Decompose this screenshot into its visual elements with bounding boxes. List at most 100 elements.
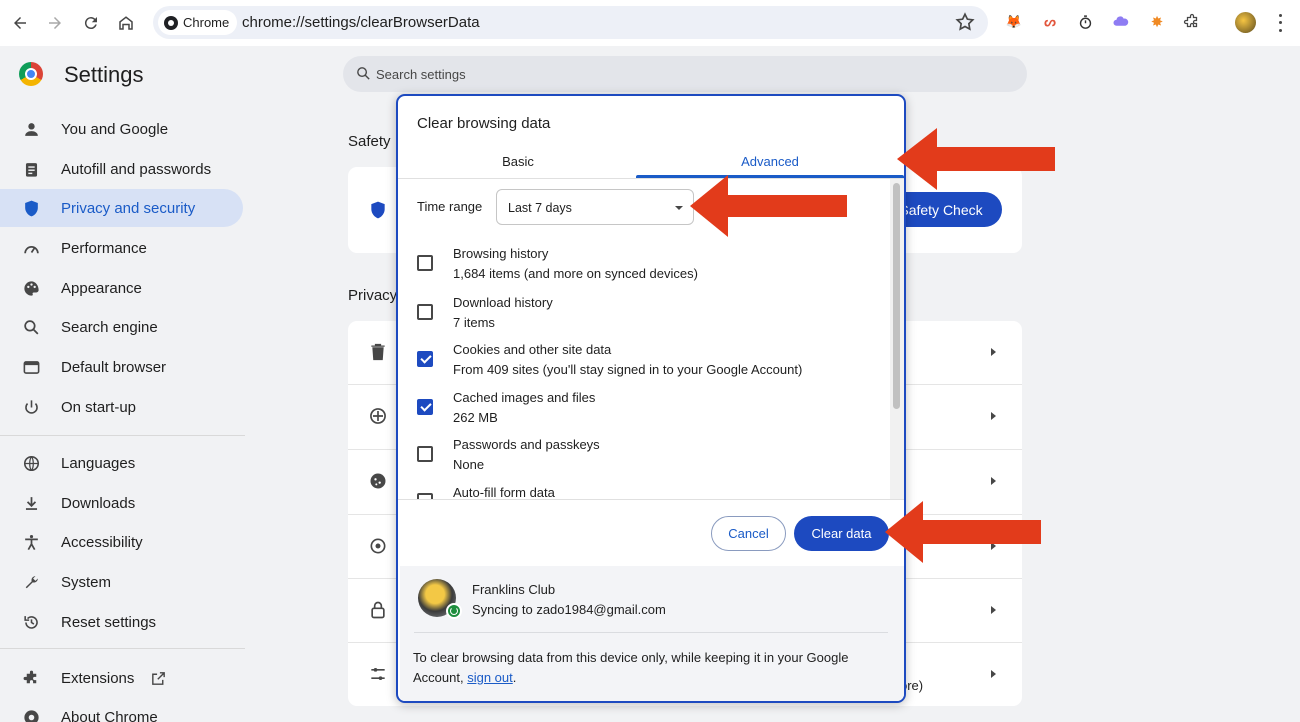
reset-icon xyxy=(24,615,38,629)
time-range-label: Time range xyxy=(417,199,483,214)
sidebar-item-label: Performance xyxy=(61,239,147,257)
puzzle-icon xyxy=(23,670,37,683)
sync-icon xyxy=(446,603,462,619)
browser-toolbar: Chrome chrome://settings/clearBrowserDat… xyxy=(0,0,1300,46)
chevron-right-icon[interactable] xyxy=(991,606,996,614)
sidebar-item-label: Autofill and passwords xyxy=(61,160,212,178)
sidebar-item-on-startup[interactable]: On start-up xyxy=(0,388,243,426)
sidebar-divider xyxy=(0,648,245,649)
sparkle-extension-icon[interactable]: ✸ xyxy=(1147,12,1167,32)
checkbox-passwords[interactable] xyxy=(417,446,433,462)
sidebar-item-extensions[interactable]: Extensions xyxy=(0,659,243,697)
item-title: Cookies and other site data xyxy=(453,342,612,357)
cookie-icon xyxy=(370,473,386,489)
checkbox-cached-images[interactable] xyxy=(417,399,433,415)
sidebar-item-label: System xyxy=(61,573,112,591)
chrome-icon xyxy=(24,709,39,722)
chrome-logo-icon xyxy=(19,62,43,86)
annotation-arrow-advanced-tab xyxy=(897,128,1055,190)
back-arrow-icon[interactable] xyxy=(8,11,32,35)
more-menu-icon[interactable] xyxy=(1272,12,1288,34)
sidebar-item-label: Accessibility xyxy=(61,533,143,551)
item-title: Browsing history xyxy=(453,246,549,261)
sidebar-item-appearance[interactable]: Appearance xyxy=(0,269,243,307)
speedometer-icon xyxy=(24,245,39,253)
compass-icon xyxy=(370,408,386,424)
address-bar[interactable]: Chrome chrome://settings/clearBrowserDat… xyxy=(153,6,988,39)
swirl-extension-icon[interactable]: ᔕ xyxy=(1040,12,1060,32)
sidebar-item-label: About Chrome xyxy=(61,708,158,722)
item-title: Auto-fill form data xyxy=(453,485,555,499)
forward-arrow-icon[interactable] xyxy=(43,11,67,35)
sidebar-item-accessibility[interactable]: Accessibility xyxy=(0,523,243,561)
sidebar-item-languages[interactable]: Languages xyxy=(0,444,243,482)
sidebar-item-about-chrome[interactable]: About Chrome xyxy=(0,698,243,722)
palette-icon xyxy=(24,280,39,296)
sidebar-item-default-browser[interactable]: Default browser xyxy=(0,348,243,386)
clipboard-icon xyxy=(25,162,38,177)
shield-icon xyxy=(371,201,385,219)
search-placeholder: Search settings xyxy=(376,67,466,82)
sidebar-item-label: You and Google xyxy=(61,120,169,138)
checkbox-download-history[interactable] xyxy=(417,304,433,320)
annotation-arrow-time-range xyxy=(690,175,847,237)
target-icon xyxy=(370,538,386,554)
sidebar-item-performance[interactable]: Performance xyxy=(0,229,243,267)
item-title: Cached images and files xyxy=(453,390,596,405)
cancel-button[interactable]: Cancel xyxy=(711,516,786,551)
sidebar-item-system[interactable]: System xyxy=(0,563,243,601)
url-text[interactable]: chrome://settings/clearBrowserData xyxy=(242,14,480,31)
privacy-section-label: Privacy xyxy=(348,287,398,304)
sidebar-item-label: Extensions xyxy=(61,669,135,687)
sidebar-item-label: Search engine xyxy=(61,318,158,336)
account-divider xyxy=(414,632,888,633)
accessibility-icon xyxy=(25,534,38,550)
lock-icon xyxy=(371,601,385,619)
timer-extension-icon[interactable] xyxy=(1075,12,1095,32)
person-icon xyxy=(25,122,38,136)
chevron-right-icon[interactable] xyxy=(991,477,996,485)
sidebar-item-search-engine[interactable]: Search engine xyxy=(0,308,243,346)
fox-extension-icon[interactable]: 🦊 xyxy=(1004,12,1024,32)
dialog-title: Clear browsing data xyxy=(417,115,551,132)
sidebar-item-privacy[interactable]: Privacy and security xyxy=(0,189,243,227)
settings-search-input[interactable]: Search settings xyxy=(343,56,1027,92)
wrench-icon xyxy=(25,575,38,588)
chrome-icon xyxy=(164,15,178,30)
sidebar-item-you-and-google[interactable]: You and Google xyxy=(0,110,243,148)
profile-avatar[interactable] xyxy=(1235,12,1256,33)
time-range-select[interactable]: Last 7 days xyxy=(496,189,694,225)
reload-icon[interactable] xyxy=(79,11,103,35)
cloud-extension-icon[interactable] xyxy=(1111,12,1131,32)
time-range-value: Last 7 days xyxy=(508,201,572,215)
safety-section-label: Safety xyxy=(348,133,391,150)
clear-data-button[interactable]: Clear data xyxy=(794,516,889,551)
site-chip[interactable]: Chrome xyxy=(158,10,238,35)
tab-advanced[interactable]: Advanced xyxy=(636,146,904,176)
chevron-right-icon[interactable] xyxy=(991,348,996,356)
download-icon xyxy=(25,496,38,510)
scrollbar-thumb[interactable] xyxy=(893,183,900,409)
sidebar-item-label: Languages xyxy=(61,454,136,472)
checkbox-cookies[interactable] xyxy=(417,351,433,367)
chevron-right-icon[interactable] xyxy=(991,670,996,678)
note-suffix: . xyxy=(512,670,517,685)
sign-out-link[interactable]: sign out xyxy=(467,670,513,685)
site-chip-label: Chrome xyxy=(183,15,230,30)
bookmark-star-icon[interactable] xyxy=(954,11,976,33)
checkbox-browsing-history[interactable] xyxy=(417,255,433,271)
tab-basic[interactable]: Basic xyxy=(400,146,636,176)
item-subtitle: From 409 sites (you'll stay signed in to… xyxy=(453,362,803,377)
shield-icon xyxy=(25,200,38,216)
sidebar-item-downloads[interactable]: Downloads xyxy=(0,484,243,522)
search-icon xyxy=(24,319,39,334)
external-link-icon xyxy=(152,671,165,685)
sidebar-item-reset-settings[interactable]: Reset settings xyxy=(0,603,243,641)
puzzle-icon[interactable] xyxy=(1182,12,1202,32)
chevron-right-icon[interactable] xyxy=(991,412,996,420)
item-subtitle: 1,684 items (and more on synced devices) xyxy=(453,266,698,281)
sidebar-item-label: Appearance xyxy=(61,279,142,297)
sidebar-item-autofill[interactable]: Autofill and passwords xyxy=(0,150,243,188)
power-icon xyxy=(25,399,38,414)
home-icon[interactable] xyxy=(114,11,138,35)
